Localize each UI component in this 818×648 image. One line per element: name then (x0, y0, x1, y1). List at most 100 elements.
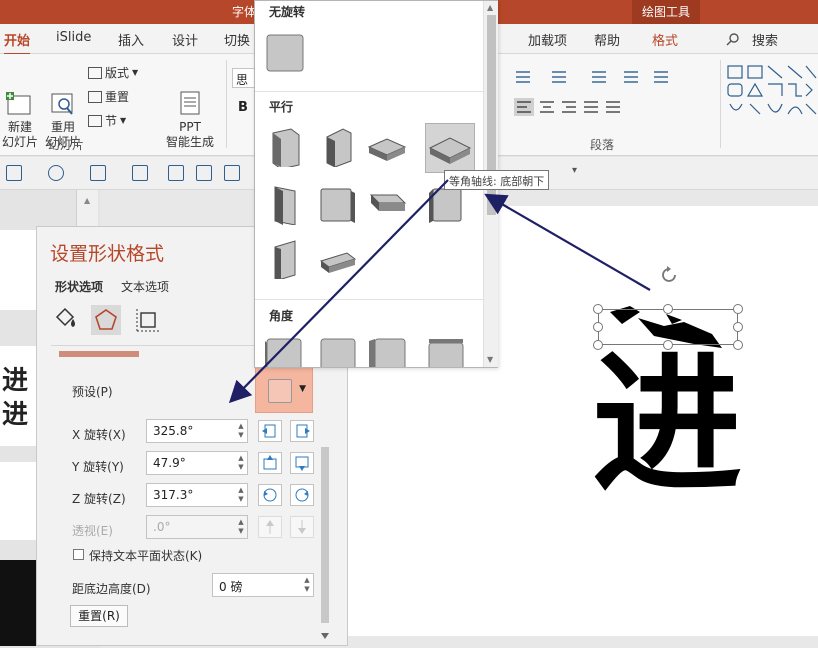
effects-icon[interactable] (91, 305, 121, 335)
preset-parallel-10[interactable] (317, 245, 357, 285)
divider (255, 299, 483, 300)
tab-text-options[interactable]: 文本选项 (121, 278, 169, 295)
rotate-left-button[interactable] (258, 420, 282, 442)
slide-glyph[interactable]: 进 (592, 350, 742, 500)
z-rotation-label: Z 旋转(Z) (72, 492, 126, 506)
keep-text-flat-checkbox[interactable] (73, 549, 84, 560)
keep-text-flat-label: 保持文本平面状态(K) (89, 549, 203, 563)
preset-parallel-1[interactable] (265, 127, 305, 167)
perspective-value: .0° (153, 520, 171, 534)
tab-shape-options[interactable]: 形状选项 (55, 278, 103, 295)
resize-handle[interactable] (593, 340, 603, 350)
shape-effect-icon[interactable] (48, 165, 64, 181)
chevron-down-icon[interactable]: ▾ (572, 165, 577, 176)
section-header-3d-rotation[interactable] (59, 351, 139, 357)
rotate-handle-icon[interactable] (658, 264, 680, 286)
resize-handle[interactable] (593, 322, 603, 332)
scroll-up-icon[interactable]: ▲ (487, 3, 493, 12)
scroll-down-icon[interactable]: ▼ (487, 355, 493, 364)
slide-thumbnail[interactable] (0, 462, 36, 540)
bold-button[interactable]: B (238, 100, 248, 115)
thumbnail-scrollbar[interactable]: ▲ (76, 190, 98, 226)
reuse-slide-icon (48, 75, 78, 115)
preset-parallel-7[interactable] (367, 185, 407, 225)
divider (226, 60, 227, 148)
preset-parallel-2[interactable] (317, 127, 357, 167)
x-rotation-input[interactable]: 325.8° ▲ ▼ (146, 419, 248, 443)
distribute-icon[interactable] (196, 165, 212, 181)
layout-label: 版式 (105, 66, 130, 80)
x-rotation-value: 325.8° (153, 424, 194, 438)
preset-no-rotation[interactable] (265, 33, 305, 73)
rotate-up-button[interactable] (258, 452, 282, 474)
size-properties-icon[interactable] (133, 305, 163, 335)
spinner-arrows[interactable]: ▲ ▼ (303, 576, 311, 594)
tab-transitions[interactable]: 切换 (224, 30, 250, 49)
rotate-down-button[interactable] (290, 452, 314, 474)
ppt-ai-icon (175, 75, 205, 115)
fill-line-icon[interactable] (51, 305, 81, 335)
z-rotation-value: 317.3° (153, 488, 194, 502)
drawing-tools-context-tab[interactable]: 绘图工具 (632, 0, 700, 24)
shapes-gallery[interactable] (726, 64, 818, 122)
ppt-ai-button[interactable]: PPT 智能生成 (162, 60, 218, 150)
resize-handle[interactable] (663, 304, 673, 314)
preset-angle-4[interactable] (425, 335, 465, 367)
tab-help[interactable]: 帮助 (594, 30, 620, 49)
spinner-arrows[interactable]: ▲ ▼ (237, 486, 245, 504)
chevron-down-icon: ▼ (299, 384, 306, 394)
shape-fill-icon[interactable] (6, 165, 22, 181)
spinner-arrows[interactable]: ▲ ▼ (237, 454, 245, 472)
tab-islide[interactable]: iSlide (56, 30, 91, 45)
search-label[interactable]: 搜索 (752, 30, 778, 49)
resize-handle[interactable] (733, 304, 743, 314)
shape-outline-icon[interactable] (90, 165, 106, 181)
tab-design[interactable]: 设计 (172, 30, 198, 49)
divider (720, 60, 721, 148)
text-box-icon[interactable] (132, 165, 148, 181)
resize-handle[interactable] (733, 322, 743, 332)
preset-angle-2[interactable] (317, 335, 357, 367)
pane-scrollbar[interactable] (318, 347, 332, 643)
tab-home[interactable]: 开始 (4, 30, 31, 55)
preset-label: 预设(P) (72, 385, 113, 399)
preset-parallel-3[interactable] (367, 127, 407, 167)
rotate-cw-button[interactable] (290, 484, 314, 506)
tab-insert[interactable]: 插入 (118, 30, 144, 49)
preset-isometric-bottom-down[interactable] (425, 123, 475, 173)
thumbnail-glyph: 进 (2, 400, 29, 430)
reset-3d-button[interactable]: 重置(R) (70, 605, 128, 627)
preset-parallel-6[interactable] (317, 185, 357, 225)
layout-button[interactable]: 版式 ▼ (88, 64, 138, 81)
preset-angle-1[interactable] (265, 335, 305, 367)
section-button[interactable]: 节 ▼ (88, 112, 126, 129)
rotate-right-button[interactable] (290, 420, 314, 442)
preset-parallel-9[interactable] (265, 239, 305, 279)
pane-title: 设置形状格式 (50, 243, 165, 265)
slide-thumbnail[interactable]: 进 进 (0, 346, 36, 446)
y-rotation-value: 47.9° (153, 456, 186, 470)
rotate-ccw-button[interactable] (258, 484, 282, 506)
tab-addins[interactable]: 加载项 (528, 30, 567, 49)
scroll-up-icon[interactable]: ▲ (84, 196, 90, 205)
group-icon[interactable] (224, 165, 240, 181)
preset-parallel-8[interactable] (425, 185, 465, 225)
new-slide-button[interactable]: 新建 幻灯片 (0, 60, 40, 150)
reset-button[interactable]: 重置 (88, 88, 129, 105)
z-rotation-input[interactable]: 317.3° ▲ ▼ (146, 483, 248, 507)
preset-parallel-5[interactable] (265, 185, 305, 225)
preset-angle-3[interactable] (367, 335, 407, 367)
spinner-arrows: ▲ ▼ (238, 518, 244, 535)
slide-thumbnail[interactable] (0, 230, 36, 310)
resize-handle[interactable] (593, 304, 603, 314)
resize-handle[interactable] (733, 340, 743, 350)
spinner-arrows[interactable]: ▲ ▼ (237, 422, 245, 440)
search-icon[interactable] (726, 32, 740, 46)
y-rotation-input[interactable]: 47.9° ▲ ▼ (146, 451, 248, 475)
slide-thumbnail[interactable] (0, 560, 36, 646)
resize-handle[interactable] (663, 340, 673, 350)
preset-dropdown[interactable]: ▼ (255, 367, 313, 413)
distance-input[interactable]: 0 磅 ▲ ▼ (212, 573, 314, 597)
tab-format[interactable]: 格式 (652, 30, 678, 49)
align-icon[interactable] (168, 165, 184, 181)
